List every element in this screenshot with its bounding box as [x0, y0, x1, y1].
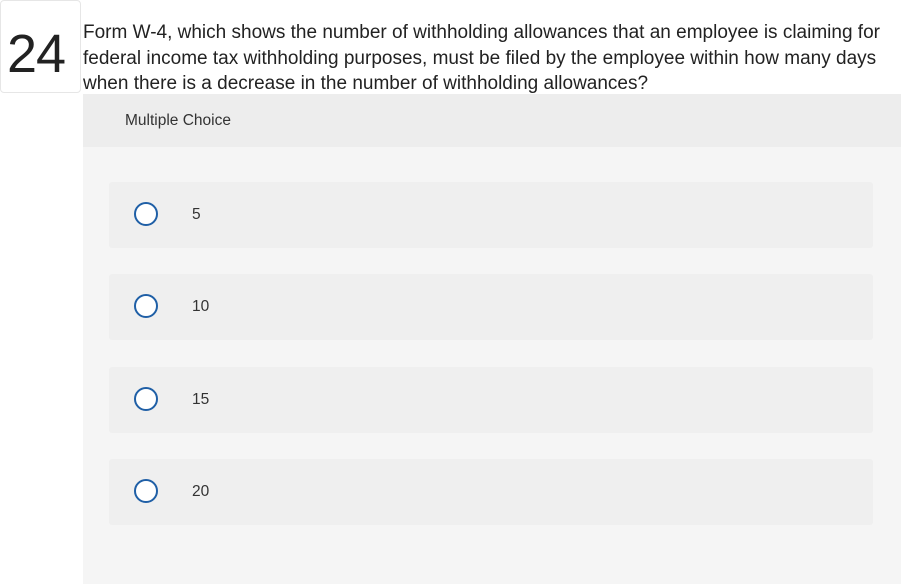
choices-area: 5 10 15 20 — [83, 147, 901, 584]
radio-unselected-icon[interactable] — [134, 294, 158, 318]
question-type-label: Multiple Choice — [125, 112, 231, 129]
question-text: Form W-4, which shows the number of with… — [83, 22, 880, 94]
choice-label: 20 — [192, 483, 210, 500]
choice-option[interactable]: 10 — [109, 274, 873, 340]
radio-unselected-icon[interactable] — [134, 387, 158, 411]
radio-unselected-icon[interactable] — [134, 479, 158, 503]
choice-label: 5 — [192, 206, 201, 223]
question-number: 24 — [7, 24, 66, 84]
answer-panel: Multiple Choice 5 10 15 20 — [83, 94, 901, 584]
radio-unselected-icon[interactable] — [134, 202, 158, 226]
panel-header: Multiple Choice — [83, 94, 901, 147]
question-number-box: 24 — [0, 0, 81, 93]
choice-option[interactable]: 5 — [109, 182, 873, 248]
choice-option[interactable]: 15 — [109, 367, 873, 433]
choice-label: 10 — [192, 298, 210, 315]
choice-label: 15 — [192, 391, 210, 408]
question-page: 24 Form W-4, which shows the number of w… — [0, 0, 901, 584]
choice-option[interactable]: 20 — [109, 459, 873, 525]
